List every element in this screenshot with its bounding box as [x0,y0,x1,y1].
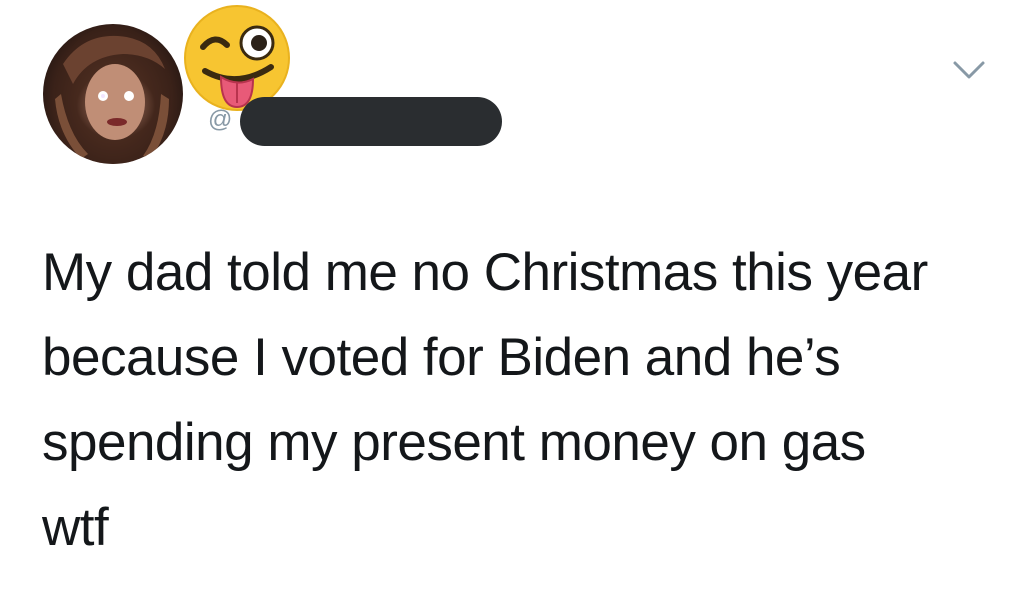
tweet-text-line: spending my present money on gas [42,413,866,472]
redacted-username [240,97,502,146]
tweet-text: My dad told me no Christmas this year be… [42,230,1002,570]
tweet-text-line: wtf [42,498,109,557]
avatar[interactable] [43,24,183,164]
chevron-down-icon[interactable] [951,58,987,82]
tweet-text-line: My dad told me no Christmas this year [42,243,928,302]
tweet-text-line: because I voted for Biden and he’s [42,328,841,387]
user-handle-prefix[interactable]: @ [208,106,232,134]
tweet-card: @ My dad told me no Christmas this year … [0,0,1019,603]
avatar-photo-icon [55,26,171,164]
